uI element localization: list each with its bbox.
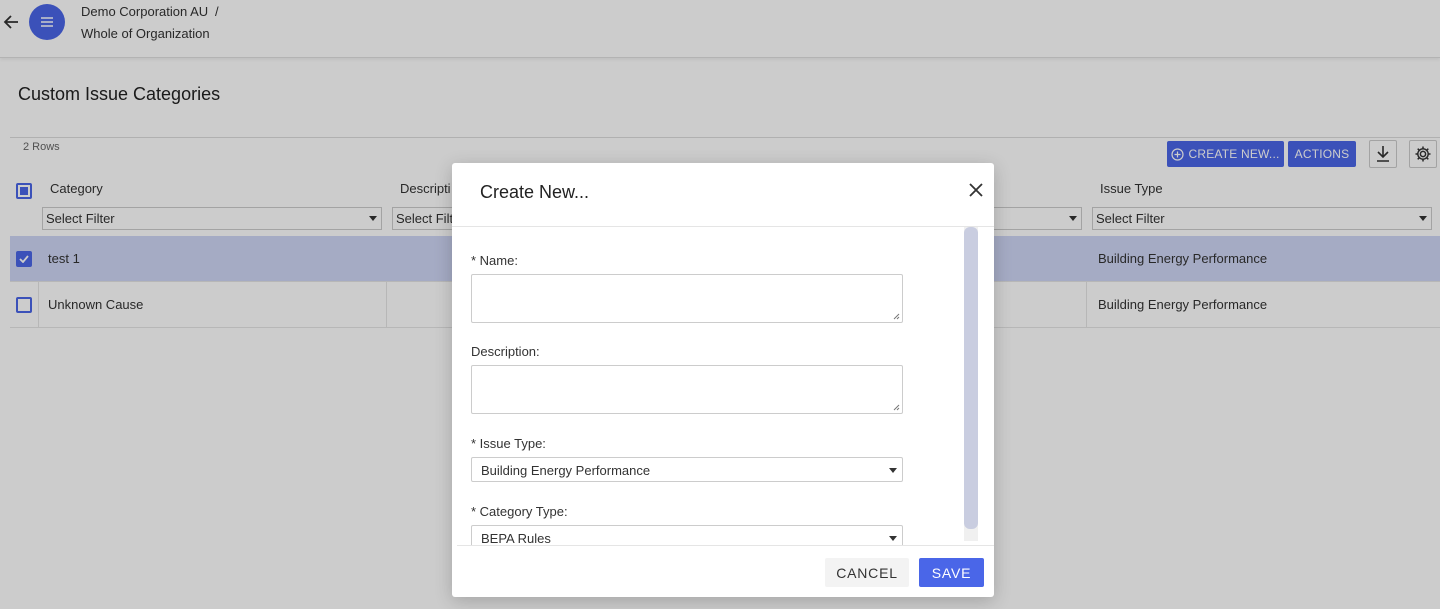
cancel-button[interactable]: CANCEL [825, 558, 909, 587]
name-field[interactable] [471, 274, 903, 323]
resize-handle-icon[interactable] [893, 313, 900, 320]
dialog-body: * Name: Description: * Issue Type: Build… [452, 227, 994, 545]
caret-down-icon [889, 468, 897, 473]
issue-type-select[interactable]: Building Energy Performance [471, 457, 903, 482]
issue-type-label: * Issue Type: [471, 436, 546, 451]
description-field[interactable] [471, 365, 903, 414]
close-icon [969, 183, 983, 197]
category-type-value: BEPA Rules [481, 531, 551, 545]
dialog-title: Create New... [480, 182, 590, 202]
scrollbar-thumb[interactable] [964, 227, 978, 529]
name-label: * Name: [471, 253, 518, 268]
resize-handle-icon[interactable] [893, 404, 900, 411]
description-label: Description: [471, 344, 540, 359]
category-type-label: * Category Type: [471, 504, 568, 519]
divider [457, 545, 994, 546]
category-type-select[interactable]: BEPA Rules [471, 525, 903, 545]
save-button[interactable]: SAVE [919, 558, 984, 587]
close-button[interactable] [966, 180, 986, 200]
issue-type-value: Building Energy Performance [481, 463, 651, 478]
caret-down-icon [889, 536, 897, 541]
create-new-dialog: Create New... * Name: Description: * Iss… [452, 163, 994, 597]
